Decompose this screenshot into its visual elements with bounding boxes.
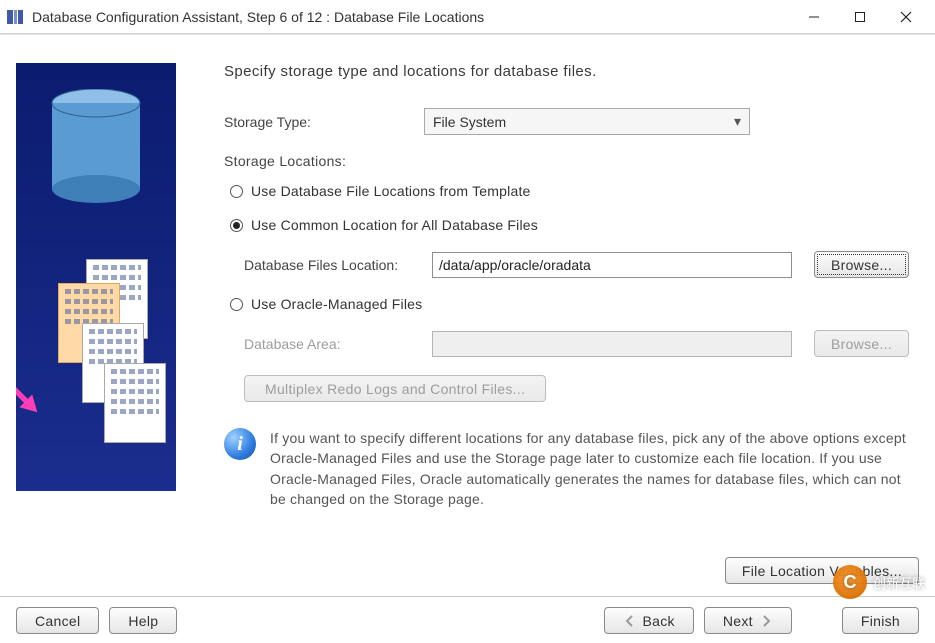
wizard-footer: Cancel Help Back Next Finish	[0, 597, 935, 643]
pink-arrow-icon	[18, 376, 34, 392]
cancel-button[interactable]: Cancel	[16, 607, 99, 634]
titlebar: Database Configuration Assistant, Step 6…	[0, 0, 935, 34]
info-text: If you want to specify different locatio…	[270, 428, 919, 509]
next-label: Next	[723, 613, 753, 629]
storage-locations-label: Storage Locations:	[224, 153, 919, 169]
radio-common-location-label: Use Common Location for All Database Fil…	[251, 217, 538, 233]
paper-sheet-icon	[104, 363, 166, 443]
radio-from-template[interactable]: Use Database File Locations from Templat…	[230, 183, 919, 199]
storage-type-value: File System	[433, 114, 506, 130]
page-heading: Specify storage type and locations for d…	[224, 63, 919, 80]
radio-oracle-managed-label: Use Oracle-Managed Files	[251, 296, 422, 312]
file-location-variables-button[interactable]: File Location Variables...	[725, 557, 919, 584]
form-area: Specify storage type and locations for d…	[224, 63, 919, 547]
window-controls	[791, 1, 929, 33]
radio-oracle-managed[interactable]: Use Oracle-Managed Files	[230, 296, 919, 312]
next-button[interactable]: Next	[704, 607, 792, 634]
db-area-input	[432, 331, 792, 357]
db-area-label: Database Area:	[244, 336, 426, 352]
wizard-banner	[16, 63, 176, 491]
radio-icon	[230, 185, 243, 198]
client-area: Specify storage type and locations for d…	[0, 34, 935, 643]
radio-from-template-label: Use Database File Locations from Templat…	[251, 183, 531, 199]
multiplex-button: Multiplex Redo Logs and Control Files...	[244, 375, 546, 402]
finish-button[interactable]: Finish	[842, 607, 919, 634]
radio-common-location[interactable]: Use Common Location for All Database Fil…	[230, 217, 919, 233]
browse-db-area-button: Browse...	[814, 330, 909, 357]
help-button[interactable]: Help	[109, 607, 177, 634]
storage-type-label: Storage Type:	[224, 114, 424, 130]
back-label: Back	[643, 613, 675, 629]
back-button[interactable]: Back	[604, 607, 694, 634]
app-icon	[6, 8, 24, 26]
browse-db-files-button[interactable]: Browse...	[814, 251, 909, 278]
minimize-button[interactable]	[791, 1, 837, 33]
storage-type-select[interactable]: File System ▾	[424, 108, 750, 135]
database-cylinder-icon	[46, 89, 146, 209]
chevron-right-icon	[759, 614, 773, 628]
window-title: Database Configuration Assistant, Step 6…	[32, 9, 791, 25]
info-icon: i	[224, 428, 256, 460]
chevron-down-icon: ▾	[734, 113, 741, 130]
chevron-left-icon	[623, 614, 637, 628]
close-button[interactable]	[883, 1, 929, 33]
radio-icon	[230, 298, 243, 311]
maximize-button[interactable]	[837, 1, 883, 33]
radio-icon-checked	[230, 219, 243, 232]
db-files-location-input[interactable]	[432, 252, 792, 278]
db-files-location-label: Database Files Location:	[244, 257, 426, 273]
